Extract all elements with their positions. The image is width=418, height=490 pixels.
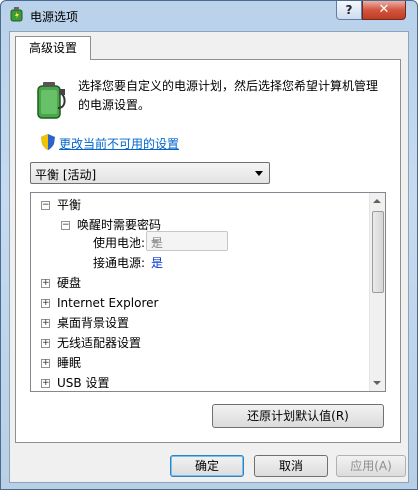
dialog-client: 高级设置 选择您要自定义的电源计划，然后选择您希望计算机管理的电源设置。 更改当… — [9, 31, 409, 483]
scroll-thumb[interactable] — [372, 211, 384, 293]
expand-icon[interactable]: + — [41, 299, 50, 308]
on-battery-select[interactable]: 是 — [146, 231, 228, 251]
on-battery-label: 使用电池: — [93, 236, 146, 250]
window-title: 电源选项 — [30, 10, 79, 24]
title-bar[interactable]: 电源选项 ? ✕ — [1, 1, 417, 31]
expand-icon[interactable]: + — [41, 379, 50, 388]
battery-plug-icon — [37, 82, 66, 119]
tree-item-label: USB 设置 — [57, 376, 110, 390]
power-options-icon — [10, 7, 23, 22]
close-button[interactable]: ✕ — [362, 1, 406, 20]
collapse-icon[interactable]: − — [61, 221, 70, 230]
expand-icon[interactable]: + — [41, 319, 50, 328]
tab-advanced-settings[interactable]: 高级设置 — [15, 36, 91, 60]
description-text: 选择您要自定义的电源计划，然后选择您希望计算机管理的电源设置。 — [78, 79, 379, 112]
expand-icon[interactable]: + — [41, 359, 50, 368]
tree-item-label: 硬盘 — [57, 276, 82, 290]
ok-button[interactable]: 确定 — [170, 455, 244, 477]
expand-icon[interactable]: + — [41, 339, 50, 348]
settings-tree[interactable]: − 平衡 − 唤醒时需要密码 使用电池: 是 接通电源: 是 + 硬盘 + In… — [30, 192, 386, 392]
change-unavailable-settings-link[interactable]: 更改当前不可用的设置 — [59, 135, 179, 152]
plugged-in-value[interactable]: 是 — [151, 253, 163, 273]
cancel-button[interactable]: 取消 — [254, 455, 328, 477]
power-plan-value: 平衡 [活动] — [35, 168, 97, 182]
tree-item-label: 睡眠 — [57, 356, 82, 370]
scroll-down-icon[interactable] — [373, 381, 381, 385]
dialog-window: 电源选项 ? ✕ 高级设置 选择您要自定义的电源计划，然后选择您希望计算机管理的… — [0, 0, 418, 490]
restore-defaults-button[interactable]: 还原计划默认值(R) — [212, 404, 384, 428]
apply-button[interactable]: 应用(A) — [336, 455, 406, 477]
help-button[interactable]: ? — [336, 1, 362, 20]
tree-scrollbar[interactable] — [369, 193, 385, 391]
scroll-up-icon[interactable] — [373, 199, 381, 203]
expand-icon[interactable]: + — [41, 279, 50, 288]
power-plan-select[interactable]: 平衡 [活动] — [30, 162, 270, 184]
chevron-down-icon — [255, 171, 263, 176]
tree-item-label: 平衡 — [57, 198, 82, 212]
tree-item-label: 无线适配器设置 — [57, 336, 142, 350]
tab-panel: 选择您要自定义的电源计划，然后选择您希望计算机管理的电源设置。 更改当前不可用的… — [15, 59, 401, 443]
tree-item-label: 桌面背景设置 — [57, 316, 130, 330]
chevron-down-icon — [151, 240, 159, 244]
plugged-in-label: 接通电源: — [93, 256, 146, 270]
tree-item-label: Internet Explorer — [57, 296, 159, 310]
uac-shield-icon — [41, 134, 55, 150]
collapse-icon[interactable]: − — [41, 201, 50, 210]
